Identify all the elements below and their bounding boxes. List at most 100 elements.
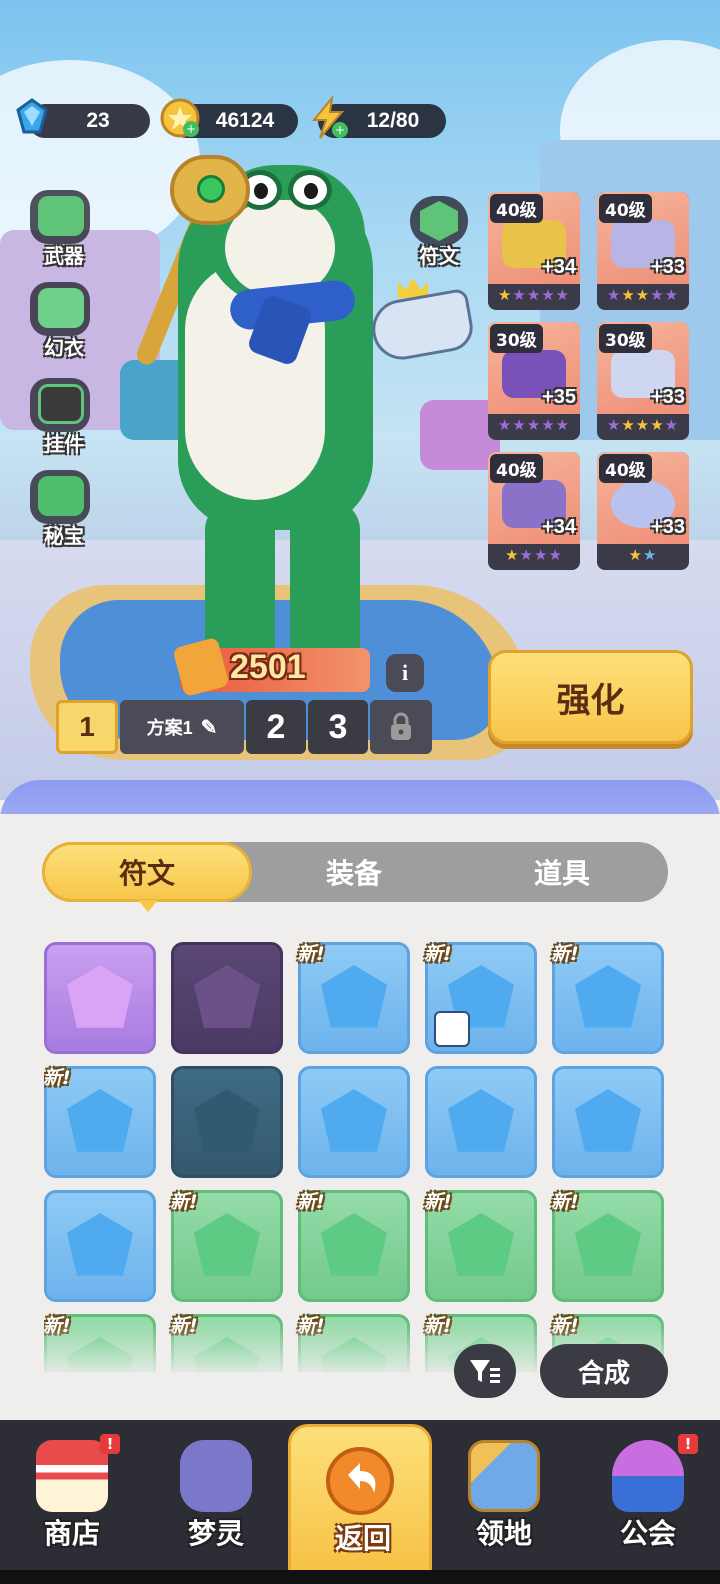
new-tag: 新! (424, 1191, 452, 1213)
energy-count: 12/80 (366, 109, 420, 132)
new-tag: 新! (551, 943, 579, 965)
rune-slot[interactable] (44, 942, 156, 1054)
rune-slot[interactable]: 新! (551, 1190, 664, 1302)
rune-slot[interactable]: 新! (297, 942, 410, 1054)
equip-shoes[interactable]: 40级 +34 ★★★★ (488, 452, 580, 570)
nav-dream-spirit[interactable]: 梦灵 (144, 1420, 288, 1584)
edit-icon: ✎ (200, 716, 218, 739)
rune-gem-icon (575, 1213, 641, 1276)
rune-gem-icon (575, 1089, 641, 1152)
equip-stars: ★★ (628, 546, 658, 564)
equip-armor[interactable]: 40级 +33 ★★★★★ (597, 192, 689, 310)
equip-level: 30级 (599, 324, 652, 353)
weapon-label: 武器 (44, 244, 84, 268)
system-home-bar (0, 1570, 720, 1584)
rune-gem-icon (194, 1089, 260, 1152)
inventory-tabs: 符文 装备 道具 (42, 842, 668, 902)
new-tag: 新! (297, 943, 325, 965)
notification-badge: ! (100, 1434, 120, 1454)
rune-slot[interactable] (425, 1066, 537, 1178)
strengthen-button[interactable]: 强化 (488, 650, 693, 744)
rune-gem-icon (321, 1089, 387, 1152)
lock-icon (391, 712, 411, 740)
equip-stars: ★★★★★ (606, 286, 680, 304)
rune-gem-icon (448, 1213, 514, 1276)
rune-slot[interactable]: 新! (551, 942, 664, 1054)
rune-gem-icon (67, 965, 133, 1028)
rune-slot[interactable] (171, 942, 283, 1054)
plan-2-button[interactable]: 2 (246, 700, 306, 754)
treasure-button[interactable]: 秘宝 (24, 470, 104, 550)
filter-icon (470, 1360, 500, 1383)
rune-gem-icon (194, 1213, 260, 1276)
outfit-button[interactable]: 幻衣 (24, 282, 104, 362)
equip-pants[interactable]: 30级 +33 ★★★★★ (597, 322, 689, 440)
frog-pupil (254, 183, 268, 199)
pendant-button[interactable]: 挂件 (24, 378, 104, 458)
rune-gem-icon (448, 1089, 514, 1152)
plan-1-number[interactable]: 1 (56, 700, 118, 754)
treasure-label: 秘宝 (44, 524, 84, 548)
rune-slot[interactable]: 新! (424, 942, 537, 1054)
rune-button-label: 符文 (419, 244, 459, 268)
rune-gem-icon (67, 1089, 133, 1152)
new-tag: 新! (44, 1067, 71, 1089)
equip-level: 40级 (490, 454, 543, 483)
plan-3-button[interactable]: 3 (308, 700, 368, 754)
tab-items[interactable]: 道具 (458, 842, 666, 902)
tab-equipment[interactable]: 装备 (250, 842, 458, 902)
rune-slot[interactable] (552, 1066, 664, 1178)
equip-plus: +35 (542, 386, 576, 408)
frog-pupil (304, 183, 318, 199)
equip-orb[interactable]: 40级 +33 ★★ (597, 452, 689, 570)
nav-territory[interactable]: 领地 (432, 1420, 576, 1584)
equip-plus: +34 (542, 256, 576, 278)
nav-shop[interactable]: ! 商店 (0, 1420, 144, 1584)
rune-gem-icon (67, 1213, 133, 1276)
back-arrow-icon (326, 1447, 394, 1515)
rune-slot[interactable]: 新! (44, 1066, 156, 1178)
nav-back[interactable]: 返回 (288, 1424, 432, 1584)
plan-1-name[interactable]: 方案1 ✎ (120, 700, 244, 754)
rune-slot[interactable] (44, 1190, 156, 1302)
rune-slot[interactable]: 新! (170, 1190, 283, 1302)
new-tag: 新! (170, 1191, 198, 1213)
rune-button[interactable]: 符文 (405, 196, 475, 272)
equip-stars: ★★★★★ (497, 416, 571, 434)
robot-icon (180, 1440, 252, 1512)
merge-button[interactable]: 合成 (540, 1344, 668, 1398)
rune-slot[interactable] (298, 1066, 410, 1178)
equip-bracer[interactable]: 30级 +35 ★★★★★ (488, 322, 580, 440)
info-button[interactable]: i (386, 654, 424, 692)
rune-slot[interactable]: 新! (297, 1190, 410, 1302)
equip-helmet[interactable]: 40级 +34 ★★★★★ (488, 192, 580, 310)
plan-1-label: 方案1 (146, 718, 193, 738)
equip-level: 30级 (490, 324, 543, 353)
new-tag: 新! (551, 1191, 579, 1213)
weapon-icon (38, 196, 84, 236)
nav-dream-spirit-label: 梦灵 (187, 1517, 244, 1550)
rune-gem-icon (321, 1213, 387, 1276)
nav-territory-label: 领地 (475, 1517, 532, 1550)
diamond-count: 23 (86, 109, 110, 132)
nav-back-label: 返回 (334, 1522, 391, 1555)
equip-stars: ★★★★★ (606, 416, 680, 434)
rune-grid: 新! 新! 新! 新! 新! 新! 新! 新! 新! 新! 新! 新! 新! (44, 942, 674, 1372)
rune-slot[interactable]: 新! (424, 1190, 537, 1302)
filter-button[interactable] (454, 1344, 516, 1398)
weapon-button[interactable]: 武器 (24, 190, 104, 270)
equip-plus: +33 (651, 256, 685, 278)
rune-slot[interactable] (171, 1066, 283, 1178)
svg-text:+: + (335, 123, 345, 137)
equip-level: 40级 (490, 194, 543, 223)
nav-shop-label: 商店 (43, 1517, 100, 1550)
new-tag: 新! (297, 1191, 325, 1213)
nav-guild[interactable]: ! 公会 (576, 1420, 720, 1584)
equipped-avatar-icon (434, 1011, 470, 1047)
equip-level: 40级 (599, 454, 652, 483)
equip-level: 40级 (599, 194, 652, 223)
equip-plus: +33 (651, 386, 685, 408)
treasure-icon (38, 476, 84, 516)
plan-locked-button[interactable] (370, 700, 432, 754)
tab-runes[interactable]: 符文 (42, 842, 252, 902)
